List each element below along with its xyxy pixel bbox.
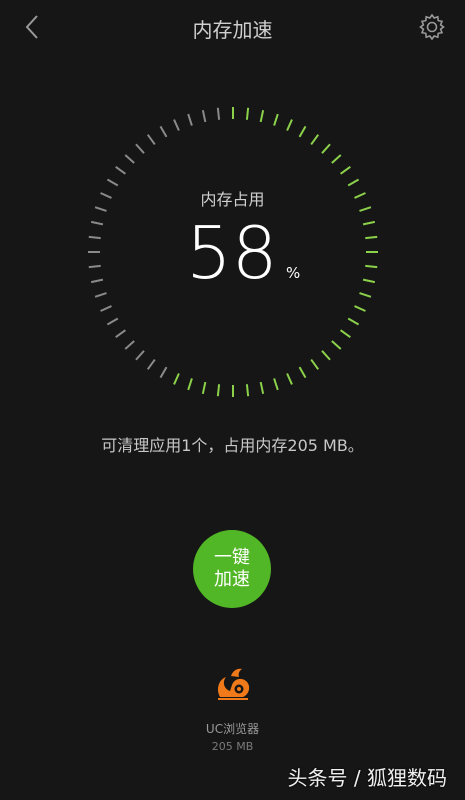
app-name: UC浏览器 xyxy=(205,722,260,736)
gauge-tick xyxy=(100,305,112,312)
gauge-tick xyxy=(354,305,366,312)
gauge-tick xyxy=(347,178,360,187)
watermark: 头条号 / 狐狸数码 xyxy=(287,766,447,790)
uc-browser-squirrel-icon[interactable] xyxy=(212,664,254,704)
gauge-tick xyxy=(245,384,250,397)
gauge-tick xyxy=(115,329,126,339)
boost-label-line1: 一键 xyxy=(214,547,250,568)
gauge-tick xyxy=(286,373,293,385)
gauge-tick xyxy=(298,366,307,379)
gauge-tick xyxy=(347,317,360,326)
gauge-tick xyxy=(298,125,307,138)
gauge-tick xyxy=(331,340,342,350)
memory-usage-unit: % xyxy=(286,264,301,282)
gauge-tick xyxy=(259,381,265,395)
one-tap-boost-button[interactable]: 一键 加速 xyxy=(193,530,271,608)
gauge-tick xyxy=(124,340,135,350)
gauge-tick xyxy=(88,235,101,240)
memory-usage-value: 58 xyxy=(186,211,278,295)
boost-label-line2: 加速 xyxy=(214,569,250,590)
gauge-tick xyxy=(321,143,331,154)
gauge-tick xyxy=(146,359,156,370)
gauge-tick xyxy=(90,220,104,226)
settings-button[interactable] xyxy=(417,12,447,42)
gauge-tick xyxy=(173,119,180,131)
gauge-tick xyxy=(159,366,168,379)
gauge-tick xyxy=(159,125,168,138)
gauge-tick xyxy=(286,119,293,131)
gauge-tick xyxy=(135,350,145,361)
gauge-tick xyxy=(259,109,265,123)
gauge-tick xyxy=(359,292,372,298)
gauge-tick xyxy=(216,107,221,120)
gauge-tick xyxy=(146,134,156,145)
gauge-tick xyxy=(331,154,342,164)
gauge-tick xyxy=(273,378,279,391)
gauge-tick xyxy=(340,329,351,339)
gauge-tick xyxy=(365,264,378,269)
gauge-tick xyxy=(187,113,193,126)
gauge-tick xyxy=(106,317,119,326)
gauge-tick xyxy=(106,178,119,187)
gauge-tick xyxy=(310,134,320,145)
gauge-tick xyxy=(365,235,378,240)
gauge-tick xyxy=(88,264,101,269)
gauge-tick xyxy=(94,292,107,298)
gauge-tick xyxy=(115,165,126,175)
app-size: 205 MB xyxy=(211,740,254,753)
gauge-tick xyxy=(135,143,145,154)
gauge-tick xyxy=(362,220,376,226)
gauge-tick xyxy=(173,373,180,385)
gauge-tick xyxy=(216,384,221,397)
page-title: 内存加速 xyxy=(192,18,273,42)
gauge-tick xyxy=(187,378,193,391)
gauge-label: 内存占用 xyxy=(200,190,265,209)
gauge-tick xyxy=(273,113,279,126)
header-bar: 内存加速 xyxy=(0,0,465,56)
gauge-tick xyxy=(340,165,351,175)
gauge-tick xyxy=(90,278,104,284)
gauge-tick xyxy=(362,278,376,284)
cleanup-summary: 可清理应用1个，占用内存205 MB。 xyxy=(101,436,364,455)
gauge-tick xyxy=(245,107,250,120)
gauge-tick xyxy=(321,350,331,361)
gauge-tick xyxy=(124,154,135,164)
gauge-tick xyxy=(201,381,207,395)
gear-icon xyxy=(419,13,445,41)
gauge-tick xyxy=(201,109,207,123)
gauge-tick xyxy=(310,359,320,370)
